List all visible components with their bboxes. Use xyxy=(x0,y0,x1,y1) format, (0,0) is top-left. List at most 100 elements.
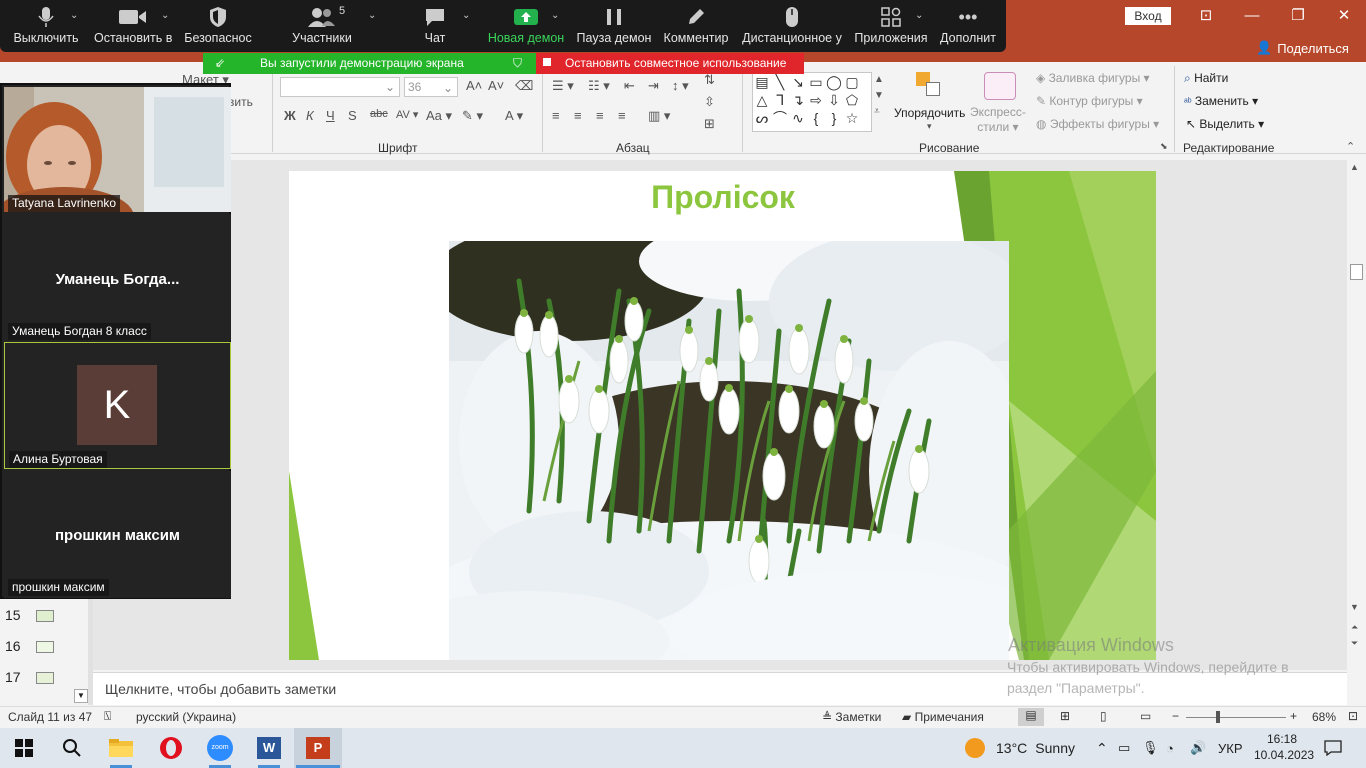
file-explorer-app[interactable] xyxy=(97,728,145,768)
video-options-icon[interactable]: ⌄ xyxy=(161,10,169,21)
zoom-in-icon[interactable]: + xyxy=(1290,709,1297,723)
vertical-scrollbar[interactable]: ▲ ▼ ⏶ ⏷ xyxy=(1348,160,1366,655)
volume-icon[interactable]: 🔊 xyxy=(1190,728,1206,768)
scroll-thumb[interactable] xyxy=(1350,264,1363,280)
align-left-icon[interactable]: ≡ xyxy=(552,108,560,123)
increase-font-icon[interactable]: A˄ xyxy=(466,78,482,93)
thumbnail-slide-15[interactable] xyxy=(36,610,54,622)
font-size-combo[interactable]: 36 ⌄ xyxy=(404,77,458,97)
reading-view-icon[interactable]: ▯ xyxy=(1100,709,1107,723)
decrease-font-icon[interactable]: A˅ xyxy=(488,78,504,93)
find-button[interactable]: ⌕ Найти xyxy=(1184,71,1228,86)
textbox-shape-icon[interactable]: ▤ xyxy=(753,73,771,91)
replace-button[interactable]: ᵃᵇ Заменить ▾ xyxy=(1184,94,1258,108)
align-right-icon[interactable]: ≡ xyxy=(596,108,604,123)
mute-options-icon[interactable]: ⌄ xyxy=(70,10,78,21)
zoom-out-icon[interactable]: − xyxy=(1172,709,1179,723)
close-icon[interactable]: ✕ xyxy=(1334,6,1354,26)
chat-button[interactable]: Чат xyxy=(408,4,462,50)
battery-icon[interactable]: ▭ xyxy=(1118,728,1130,768)
line-shape-icon[interactable]: ╲ xyxy=(771,73,789,91)
down-arrow-shape-icon[interactable]: ⇩ xyxy=(825,91,843,109)
ribbon-display-icon[interactable]: ⊡ xyxy=(1196,6,1216,26)
indent-icon[interactable]: ⇥ xyxy=(648,78,659,94)
shape-fill-button[interactable]: ◈ Заливка фигуры ▾ xyxy=(1036,71,1150,85)
stop-share-button[interactable]: Остановить совместное использование xyxy=(536,53,804,74)
chat-options-icon[interactable]: ⌄ xyxy=(462,10,470,21)
freeform-shape-icon[interactable]: ᔕ xyxy=(753,109,771,127)
input-language[interactable]: УКР xyxy=(1218,728,1243,768)
next-slide-icon[interactable]: ⏷ xyxy=(1351,638,1358,648)
shapes-gallery[interactable]: ▤ ╲ ↘ ▭ ◯ ▢ △ ᒣ ↴ ⇨ ⇩ ⬠ ᔕ ⌒ ∿ { } ☆ xyxy=(752,72,872,132)
highlight-icon[interactable]: ✎ ▾ xyxy=(462,108,483,124)
fit-slide-icon[interactable]: ⊡ xyxy=(1348,709,1358,723)
participant-tile[interactable]: прошкин максим прошкин максим xyxy=(4,471,231,598)
zoom-app[interactable]: zoom xyxy=(196,728,244,768)
text-direction-icon[interactable]: ⇅ xyxy=(704,72,715,88)
numbering-icon[interactable]: ☷ ▾ xyxy=(588,78,610,94)
underline-icon[interactable]: Ч xyxy=(326,108,335,123)
spellcheck-icon[interactable]: ⍂ xyxy=(104,709,111,724)
start-button[interactable] xyxy=(0,728,48,768)
clear-format-icon[interactable]: ⌫ xyxy=(515,78,533,94)
rounded-rect-shape-icon[interactable]: ▢ xyxy=(843,73,861,91)
spacing-icon[interactable]: AV ▾ xyxy=(396,108,418,121)
bold-icon[interactable]: Ж xyxy=(284,108,296,123)
rectangle-shape-icon[interactable]: ▭ xyxy=(807,73,825,91)
powerpoint-app[interactable]: P xyxy=(294,728,342,768)
triangle-shape-icon[interactable]: △ xyxy=(753,91,771,109)
shape-outline-button[interactable]: ✎ Контур фигуры ▾ xyxy=(1036,94,1143,108)
minimize-icon[interactable]: — xyxy=(1242,6,1262,26)
word-app[interactable]: W xyxy=(245,728,293,768)
notifications-icon[interactable] xyxy=(1324,728,1342,768)
right-arrow-shape-icon[interactable]: ⇨ xyxy=(807,91,825,109)
strikethrough-icon[interactable]: abc xyxy=(370,108,388,120)
prev-slide-icon[interactable]: ⏶ xyxy=(1351,622,1358,632)
line-spacing-icon[interactable]: ↕ ▾ xyxy=(672,78,689,94)
select-button[interactable]: ↖ Выделить ▾ xyxy=(1186,117,1264,131)
participants-button[interactable]: Участники xyxy=(286,4,358,50)
slideshow-view-icon[interactable]: ▭ xyxy=(1140,709,1151,723)
arrange-button[interactable]: Упорядочить xyxy=(894,106,965,120)
tray-overflow-icon[interactable]: ⌃ xyxy=(1096,728,1108,768)
italic-icon[interactable]: К xyxy=(306,108,314,123)
security-button[interactable]: Безопаснос xyxy=(182,4,254,50)
bullets-icon[interactable]: ☰ ▾ xyxy=(552,78,574,94)
slide-title[interactable]: Пролісок xyxy=(289,179,1156,216)
network-icon[interactable]: ◔ xyxy=(1166,728,1174,768)
login-button[interactable]: Вход xyxy=(1125,7,1171,25)
snowdrops-photo[interactable] xyxy=(449,241,1009,660)
microphone-tray-icon[interactable]: 🎙 xyxy=(1142,728,1159,768)
quick-styles-button[interactable]: Экспресс-стили ▾ xyxy=(970,105,1026,135)
drawing-launcher-icon[interactable]: ⬊ xyxy=(1160,141,1168,152)
scroll-down-icon[interactable]: ▼ xyxy=(1350,602,1359,612)
thumbnail-slide-17[interactable] xyxy=(36,672,54,684)
oval-shape-icon[interactable]: ◯ xyxy=(825,73,843,91)
notes-toggle-button[interactable]: ≜ Заметки xyxy=(822,710,881,724)
share-button[interactable]: 👤 Поделиться xyxy=(1256,40,1349,56)
zoom-slider[interactable] xyxy=(1186,717,1286,718)
align-text-icon[interactable]: ⇳ xyxy=(704,94,715,110)
opera-app[interactable] xyxy=(147,728,195,768)
curve-shape-icon[interactable]: ∿ xyxy=(789,109,807,127)
columns-icon[interactable]: ▥ ▾ xyxy=(648,108,670,124)
font-color-icon[interactable]: A ▾ xyxy=(505,108,523,124)
participant-tile-video[interactable]: Tatyana Lavrinenko xyxy=(4,87,231,212)
zoom-slider-thumb[interactable] xyxy=(1216,711,1220,723)
collapse-ribbon-icon[interactable]: ⌃ xyxy=(1346,140,1355,153)
star-shape-icon[interactable]: ☆ xyxy=(843,109,861,127)
pause-share-button[interactable]: Пауза демон xyxy=(576,4,652,50)
weather-widget[interactable]: 13°C Sunny xyxy=(965,728,1075,768)
scroll-up-icon[interactable]: ▲ xyxy=(1350,162,1359,172)
restore-icon[interactable]: ❐ xyxy=(1288,6,1308,26)
apps-options-icon[interactable]: ⌄ xyxy=(915,10,923,21)
arc-shape-icon[interactable]: ⌒ xyxy=(771,109,789,127)
justify-icon[interactable]: ≡ xyxy=(618,108,626,123)
slide-canvas[interactable]: Пролісок xyxy=(289,171,1156,660)
arrow-shape-icon[interactable]: ↘ xyxy=(789,73,807,91)
outdent-icon[interactable]: ⇤ xyxy=(624,78,635,94)
thumbnail-slide-16[interactable] xyxy=(36,641,54,653)
shapes-scroll-icon[interactable]: ▲ ▼ ⩡ xyxy=(874,72,884,120)
right-brace-shape-icon[interactable]: } xyxy=(825,109,843,127)
left-brace-shape-icon[interactable]: { xyxy=(807,109,825,127)
